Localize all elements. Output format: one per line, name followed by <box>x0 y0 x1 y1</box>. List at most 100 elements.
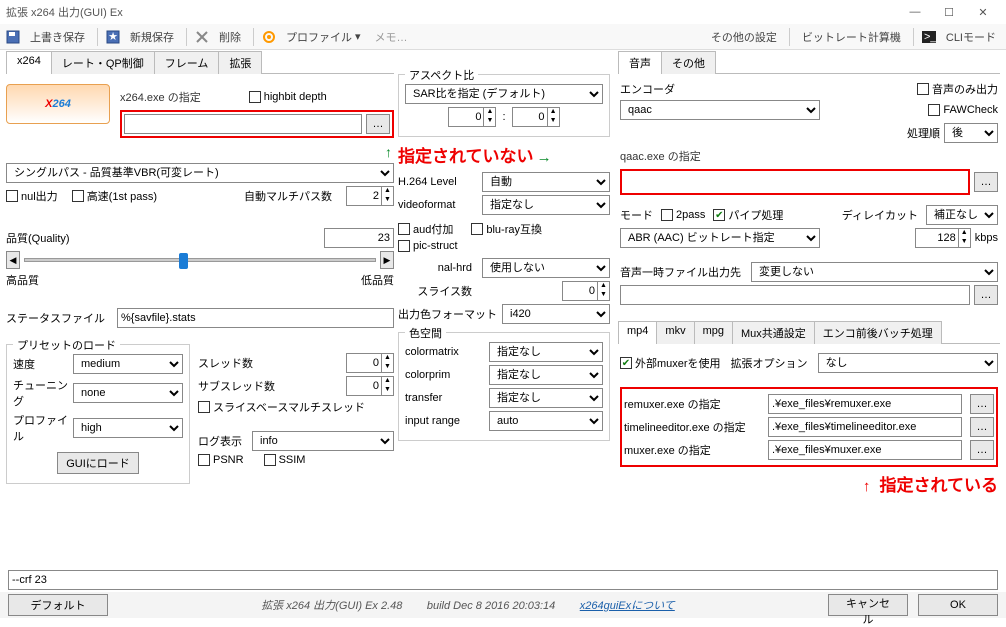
timelineeditor-input[interactable] <box>768 417 962 437</box>
tuning-select[interactable]: none <box>73 383 183 403</box>
log-select[interactable]: info <box>252 431 394 451</box>
muxer-input[interactable] <box>768 440 962 460</box>
mode-label: モード <box>620 207 653 223</box>
highbit-depth-checkbox[interactable]: highbit depth <box>249 91 327 103</box>
new-save-button[interactable]: 新規保存 <box>126 27 178 47</box>
audio-bitrate-spinner[interactable]: ▲▼ <box>915 228 971 248</box>
close-button[interactable]: ✕ <box>966 0 1000 24</box>
cli-mode-button[interactable]: CLIモード <box>942 27 1000 47</box>
tab-frame[interactable]: フレーム <box>154 51 220 74</box>
ext-muxer-checkbox[interactable]: 外部muxerを使用 <box>620 355 721 371</box>
slice-base-checkbox[interactable]: スライスベースマルチスレッド <box>198 399 365 415</box>
tab-enc-batch[interactable]: エンコ前後バッチ処理 <box>814 321 942 344</box>
tab-audio[interactable]: 音声 <box>618 51 662 74</box>
tab-other[interactable]: その他 <box>661 51 716 74</box>
fast-1stpass-checkbox[interactable]: 高速(1st pass) <box>72 188 157 204</box>
ssim-checkbox[interactable]: SSIM <box>264 454 306 466</box>
x264-exe-input[interactable] <box>124 114 362 134</box>
audio-bitrate-mode-select[interactable]: ABR (AAC) ビットレート指定 <box>620 228 820 248</box>
videoformat-label: videoformat <box>398 199 478 211</box>
default-button[interactable]: デフォルト <box>8 594 108 616</box>
threads-label: スレッド数 <box>198 355 342 371</box>
h264-level-select[interactable]: 自動 <box>482 172 610 192</box>
delete-button[interactable]: 削除 <box>215 27 245 47</box>
tmpfile-path-input[interactable] <box>620 285 970 305</box>
colorprim-select[interactable]: 指定なし <box>489 365 603 385</box>
delay-select[interactable]: 補正なし <box>926 205 998 225</box>
ext-opt-select[interactable]: なし <box>818 353 998 373</box>
tab-mpg[interactable]: mpg <box>694 321 733 344</box>
nalhrd-select[interactable]: 使用しない <box>482 258 610 278</box>
status-file-label: ステータスファイル <box>6 310 105 326</box>
minimize-button[interactable]: — <box>898 0 932 24</box>
quality-slider-left[interactable]: ◀ <box>6 251 20 269</box>
tab-x264[interactable]: x264 <box>6 51 52 74</box>
memo-button[interactable]: メモ… <box>371 27 412 47</box>
audio-only-checkbox[interactable]: 音声のみ出力 <box>917 81 998 97</box>
delay-label: ディレイカット <box>842 207 918 223</box>
aud-checkbox[interactable]: aud付加 <box>398 221 453 237</box>
muxer-browse-button[interactable]: … <box>970 440 994 460</box>
tab-rate-qp[interactable]: レート・QP制御 <box>51 51 155 74</box>
quality-value-input[interactable] <box>324 228 394 248</box>
auto-multipass-spinner[interactable]: ▲▼ <box>346 186 394 206</box>
tab-ext[interactable]: 拡張 <box>218 51 262 74</box>
quality-slider-right[interactable]: ▶ <box>380 251 394 269</box>
low-quality-label: 低品質 <box>361 272 394 288</box>
quality-slider[interactable] <box>24 258 376 262</box>
bluray-checkbox[interactable]: blu-ray互換 <box>471 221 542 237</box>
transfer-select[interactable]: 指定なし <box>489 388 603 408</box>
outfmt-select[interactable]: i420 <box>502 304 610 324</box>
audio-exe-browse-button[interactable]: … <box>974 172 998 192</box>
cli-icon: >_ <box>922 30 936 44</box>
ok-button[interactable]: OK <box>918 594 998 616</box>
remuxer-browse-button[interactable]: … <box>970 394 994 414</box>
threads-spinner[interactable]: ▲▼ <box>346 353 394 373</box>
tmpfile-browse-button[interactable]: … <box>974 285 998 305</box>
profile-select[interactable]: high <box>73 418 183 438</box>
inputrange-select[interactable]: auto <box>489 411 603 431</box>
overwrite-save-button[interactable]: 上書き保存 <box>26 27 89 47</box>
colorspace-group-label: 色空間 <box>405 325 446 341</box>
nalhrd-label: nal-hrd <box>398 262 478 274</box>
subthreads-spinner[interactable]: ▲▼ <box>346 376 394 396</box>
arrow-up-annotation: ↑ <box>385 144 392 160</box>
speed-label: 速度 <box>13 356 69 372</box>
colormatrix-label: colormatrix <box>405 346 485 358</box>
other-settings-button[interactable]: その他の設定 <box>707 27 781 47</box>
profile-button[interactable]: プロファイル ▾ <box>282 27 365 47</box>
encoder-select[interactable]: qaac <box>620 100 820 120</box>
colormatrix-select[interactable]: 指定なし <box>489 342 603 362</box>
picstruct-checkbox[interactable]: pic-struct <box>398 240 458 252</box>
proc-order-select[interactable]: 後 <box>944 123 998 143</box>
sar-h-spinner[interactable]: ▲▼ <box>512 107 560 127</box>
videoformat-select[interactable]: 指定なし <box>482 195 610 215</box>
twopass-checkbox[interactable]: 2pass <box>661 209 705 221</box>
slice-spinner[interactable]: ▲▼ <box>562 281 610 301</box>
svg-text:>_: >_ <box>924 31 936 43</box>
pass-mode-select[interactable]: シングルパス - 品質基準VBR(可変レート) <box>6 163 394 183</box>
gui-load-button[interactable]: GUIにロード <box>57 452 139 474</box>
tab-mux-common[interactable]: Mux共通設定 <box>732 321 815 344</box>
status-file-input[interactable] <box>117 308 394 328</box>
remuxer-input[interactable] <box>768 394 962 414</box>
tab-mp4[interactable]: mp4 <box>618 321 657 344</box>
tmpfile-select[interactable]: 変更しない <box>751 262 998 282</box>
nul-output-checkbox[interactable]: nul出力 <box>6 188 58 204</box>
sar-w-spinner[interactable]: ▲▼ <box>448 107 496 127</box>
tab-mkv[interactable]: mkv <box>656 321 694 344</box>
pipe-checkbox[interactable]: パイプ処理 <box>713 207 783 223</box>
sar-select[interactable]: SAR比を指定 (デフォルト) <box>405 84 603 104</box>
speed-select[interactable]: medium <box>73 354 183 374</box>
bitrate-calc-button[interactable]: ビットレート計算機 <box>798 27 905 47</box>
x264-exe-browse-button[interactable]: … <box>366 114 390 134</box>
psnr-checkbox[interactable]: PSNR <box>198 454 244 466</box>
faw-check-checkbox[interactable]: FAWCheck <box>928 104 998 116</box>
cancel-button[interactable]: キャンセル <box>828 594 908 616</box>
maximize-button[interactable]: ☐ <box>932 0 966 24</box>
audio-exe-input[interactable] <box>622 171 968 193</box>
timelineeditor-browse-button[interactable]: … <box>970 417 994 437</box>
outfmt-label: 出力色フォーマット <box>398 306 498 322</box>
about-link[interactable]: x264guiExについて <box>580 600 675 612</box>
cmdline-input[interactable] <box>8 570 998 590</box>
